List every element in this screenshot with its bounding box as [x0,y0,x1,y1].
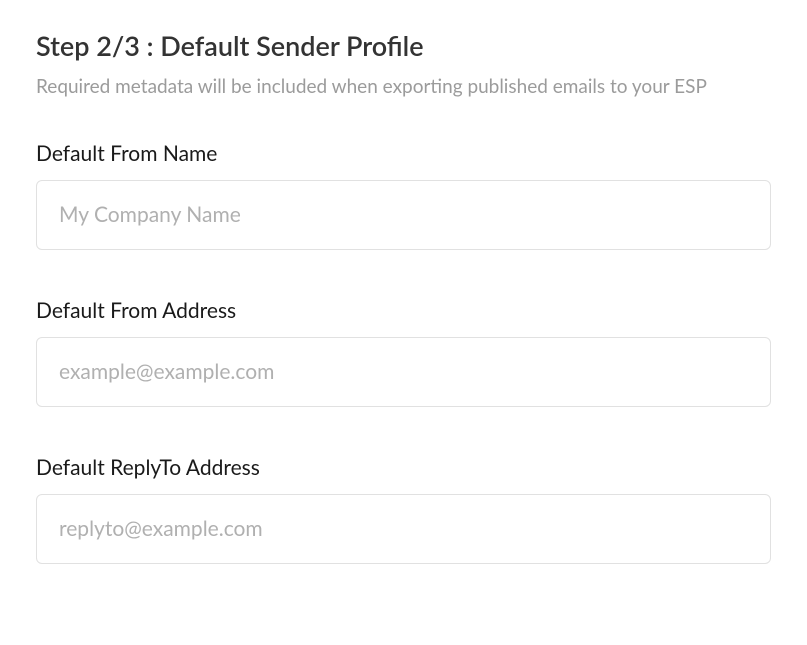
from-address-label: Default From Address [36,298,771,323]
step-title: Step 2/3 : Default Sender Profile [36,28,771,63]
from-address-input[interactable] [36,337,771,407]
from-address-group: Default From Address [36,298,771,407]
step-description: Required metadata will be included when … [36,73,771,101]
replyto-address-group: Default ReplyTo Address [36,455,771,564]
from-name-input[interactable] [36,180,771,250]
from-name-label: Default From Name [36,141,771,166]
replyto-address-input[interactable] [36,494,771,564]
replyto-address-label: Default ReplyTo Address [36,455,771,480]
from-name-group: Default From Name [36,141,771,250]
